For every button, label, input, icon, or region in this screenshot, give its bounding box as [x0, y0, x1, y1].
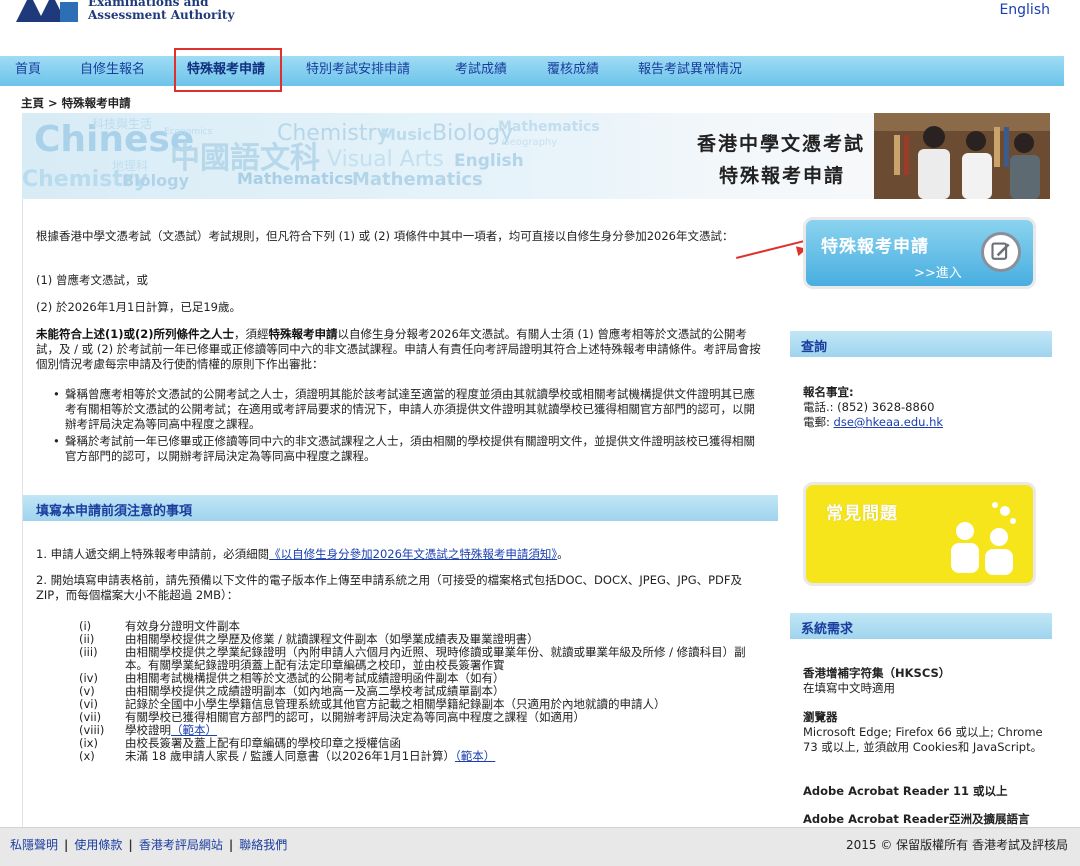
footer-separator: |	[64, 838, 69, 852]
criteria-list: 聲稱曾應考相等於文憑試的公開考試之人士，須證明其能於該考試達至適當的程度並須由其…	[53, 387, 765, 466]
banner-bg-word: 科技與生活	[92, 117, 153, 131]
hkscs-text: 在填寫中文時適用	[803, 681, 895, 695]
faq-button[interactable]: 常見問題	[803, 482, 1036, 586]
note-1-suffix: 。	[557, 547, 569, 561]
banner-bg-word: Mathematics	[352, 169, 483, 190]
footer-links: 私隱聲明 | 使用條款 | 香港考評局網站 | 聯絡我們	[10, 836, 287, 853]
doc-text-label: 未滿 18 歲申請人家長 / 監護人同意書（以2026年1月1日計算）	[125, 749, 456, 763]
nav-rechecking[interactable]: 覆核成績	[547, 56, 599, 86]
hkscs-title: 香港增補字符集（HKSCS）	[803, 666, 951, 680]
edit-icon	[981, 232, 1021, 272]
list-item: 聲稱曾應考相等於文憑試的公開考試之人士，須證明其能於該考試達至適當的程度並須由其…	[53, 387, 765, 432]
acrobat-title: Adobe Acrobat Reader 11 或以上	[803, 784, 1008, 798]
faq-label: 常見問題	[826, 504, 898, 524]
apply-button-label: 特殊報考申請	[821, 237, 929, 257]
sidebar: 特殊報考申請 >>進入 查詢 報名事宜: 電話.: (852) 3628-886…	[790, 199, 1052, 827]
school-certificate-sample-link[interactable]: （範本）	[171, 723, 217, 737]
doc-text-label: 學校證明	[125, 723, 171, 737]
banner-bg-word: English	[454, 151, 524, 171]
breadcrumb: 主頁 > 特殊報考申請	[21, 96, 131, 110]
footer-separator: |	[228, 838, 234, 852]
banner-title: 香港中學文憑考試	[697, 133, 866, 155]
main-nav: 首頁 自修生報名 特殊報考申請 特別考試安排申請 考試成績 覆核成績 報告考試異…	[0, 56, 1064, 86]
privacy-link[interactable]: 私隱聲明	[10, 838, 58, 852]
nav-highlight-box	[174, 48, 282, 92]
nav-home[interactable]: 首頁	[15, 56, 41, 86]
section-title: 填寫本申請前須注意的事項	[36, 504, 193, 519]
banner-bg-word: Mathematics	[237, 169, 354, 188]
intro-text: 根據香港中學文憑考試（文憑試）考試規則，但凡符合下列 (1) 或 (2) 項條件…	[36, 229, 734, 243]
condition-1: (1) 曾應考文憑試，或	[36, 273, 148, 287]
doc-text: 有關學校已獲得相關官方部門的認可，以開辦考評局決定為等同高中程度之課程（如適用）	[125, 710, 585, 724]
nav-private-candidate[interactable]: 自修生報名	[80, 56, 145, 86]
top-bar: Examinations and Assessment Authority En…	[0, 0, 1080, 56]
notice-mid: ，須經	[234, 327, 269, 341]
doc-text: 未滿 18 歲申請人家長 / 監護人同意書（以2026年1月1日計算）（範本）	[125, 750, 749, 763]
apply-button-enter: >>進入	[914, 266, 962, 281]
banner: Chinese 中國語文科 Chemistry Chemistry Music …	[22, 113, 1050, 199]
doc-number: (x)	[79, 749, 95, 763]
doc-text: 由相關學校提供之學業紀錄證明（內附申請人六個月內近照、現時修讀或畢業年份、就讀或…	[125, 645, 746, 672]
hkeaa-website-link[interactable]: 香港考評局網站	[139, 838, 223, 852]
terms-link[interactable]: 使用條款	[74, 838, 122, 852]
footer-separator: |	[128, 838, 133, 852]
note-1: 1. 申請人遞交網上特殊報考申請前，必須細閱《以自修生身分參加2026年文憑試之…	[36, 547, 766, 562]
enquiry-email-row: 電郵: dse@hkeaa.edu.hk	[803, 415, 1043, 430]
section-header: 填寫本申請前須注意的事項	[23, 495, 778, 521]
logo-text: Examinations and Assessment Authority	[88, 0, 234, 22]
list-item: (x) 未滿 18 歲申請人家長 / 監護人同意書（以2026年1月1日計算）（範…	[79, 750, 749, 763]
notice-text: 未能符合上述(1)或(2)所列條件之人士，須經特殊報考申請以自修生身分報考202…	[36, 327, 766, 372]
hkeaa-logo	[16, 0, 78, 22]
enquiry-header: 查詢	[790, 331, 1052, 357]
logo-line2: Assessment Authority	[88, 8, 235, 22]
parent-consent-sample-link[interactable]: （範本）	[455, 749, 495, 763]
language-switch-link[interactable]: English	[999, 2, 1050, 18]
banner-bg-word: Mathematics	[498, 119, 600, 135]
browser-title: 瀏覽器	[803, 710, 838, 724]
nav-special-exam-arrangements[interactable]: 特別考試安排申請	[306, 56, 410, 86]
doc-number: (iii)	[79, 645, 98, 659]
notice-bold: 未能符合上述(1)或(2)所列條件之人士	[36, 327, 235, 341]
copyright: 2015 © 保留版權所有 香港考試及評核局	[846, 838, 1068, 852]
contact-link[interactable]: 聯絡我們	[239, 838, 287, 852]
nav-report-irregularities[interactable]: 報告考試異常情況	[638, 56, 742, 86]
note-1-prefix: 1. 申請人遞交網上特殊報考申請前，必須細閱	[36, 547, 270, 561]
acrobat-language: Adobe Acrobat Reader亞洲及擴展語言	[803, 812, 1030, 826]
notice-bold2: 特殊報考申請	[268, 327, 338, 341]
enquiry-title: 查詢	[801, 340, 828, 355]
browser-text: Microsoft Edge; Firefox 66 或以上; Chrome 7…	[803, 725, 1043, 754]
list-item: (iii) 由相關學校提供之學業紀錄證明（內附申請人六個月內近照、現時修讀或畢業年…	[79, 646, 749, 672]
banner-bg-word: Music	[380, 125, 432, 144]
banner-bg-word: 地理科	[112, 159, 149, 173]
students-photo	[874, 113, 1050, 199]
system-requirements-title: 系統需求	[801, 622, 854, 637]
email-link[interactable]: dse@hkeaa.edu.hk	[834, 415, 944, 429]
document-list: (i) 有效身分證明文件副本 (ii) 由相關學校提供之學歷及修業 / 就讀課程文件…	[79, 620, 749, 763]
note-2: 2. 開始填寫申請表格前，請先預備以下文件的電子版本作上傳至申請系統之用（可接受…	[36, 573, 743, 602]
main-content: 根據香港中學文憑考試（文憑試）考試規則，但凡符合下列 (1) 或 (2) 項條件…	[22, 199, 783, 827]
nav-exam-results[interactable]: 考試成績	[455, 56, 507, 86]
system-requirements-header: 系統需求	[790, 613, 1052, 639]
banner-bg-word: Economics	[164, 127, 213, 137]
condition-2: (2) 於2026年1月1日計算，已足19歲。	[36, 300, 241, 314]
list-item: 聲稱於考試前一年已修畢或正修讀等同中六的非文憑試課程之人士，須由相關的學校提供有…	[53, 434, 765, 464]
footer: 私隱聲明 | 使用條款 | 香港考評局網站 | 聯絡我們 2015 © 保留版權所有 香港考…	[0, 827, 1080, 866]
email-label: 電郵:	[803, 415, 834, 429]
banner-bg-word: Chemistry	[277, 121, 390, 146]
enquiry-subtitle: 報名事宜:	[803, 385, 854, 399]
special-application-enter-button[interactable]: 特殊報考申請 >>進入	[803, 217, 1036, 289]
application-guide-link[interactable]: 《以自修生身分參加2026年文憑試之特殊報考申請須知》	[269, 547, 557, 561]
banner-bg-word: Geography	[502, 137, 558, 148]
enquiry-phone: 電話.: (852) 3628-8860	[803, 400, 935, 414]
banner-subtitle: 特殊報考申請	[719, 165, 846, 187]
faq-people-icon	[951, 502, 1016, 575]
